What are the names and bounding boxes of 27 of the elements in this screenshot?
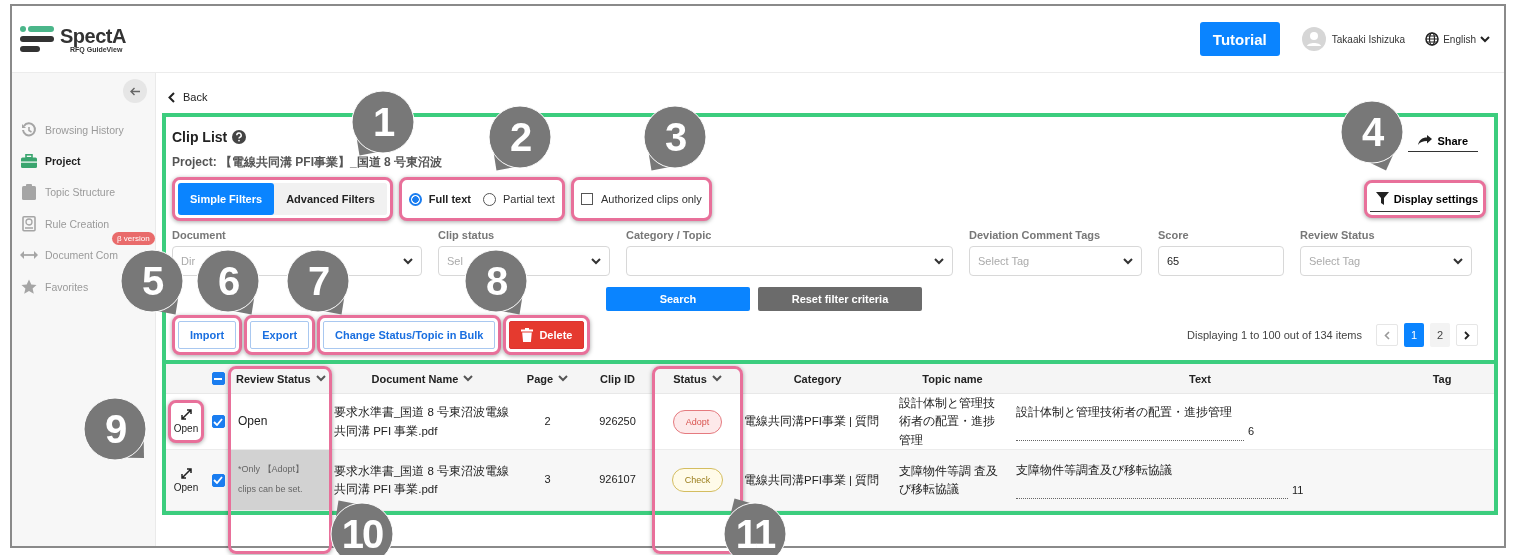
status-tag: Check — [671, 468, 724, 493]
clip-id-cell-text: 926107 — [599, 472, 636, 488]
filter-label: Category / Topic — [626, 229, 713, 241]
topic-name-cell-text: 設計体制と管理技術者の配置・進捗管理 — [899, 396, 996, 448]
status-tag: Adopt — [672, 409, 723, 434]
category-cell-text: 電線共同溝PFI事業 | 質問 — [744, 472, 880, 488]
beta-badge: β version — [112, 231, 155, 245]
review-status-cell: *Only 【Adopt】 clips can be set. — [230, 450, 330, 511]
text-cell-text: 支障物件等調査及び移転協議 — [1016, 463, 1172, 479]
category-cell-text: 電線共同溝PFI事業 | 質問 — [744, 414, 880, 430]
filter-label: Document — [172, 229, 227, 241]
logo-text: SpectA — [60, 25, 126, 46]
project-name: Project: 【電線共同溝 PFI事業】_国道 8 号東沼波 — [172, 154, 444, 171]
filter-label: Review Status — [1300, 229, 1376, 241]
page-cell-text: 2 — [544, 413, 551, 429]
pagination-summary: Displaying 1 to 100 out of 134 items — [1187, 329, 1362, 341]
page-number: 6 — [1248, 424, 1255, 439]
filter-label: Clip status — [438, 229, 496, 241]
review-status-cell-text: Open — [237, 413, 269, 430]
clip-id-cell-text: 926250 — [599, 413, 636, 429]
filter-label: Score — [1158, 229, 1190, 241]
page-number: 11 — [1292, 482, 1304, 498]
filter-label: Deviation Comment Tags — [969, 229, 1102, 241]
page-title: Clip List — [172, 129, 228, 145]
page-cell-text: 3 — [544, 472, 551, 488]
topic-name-cell-text: 支障物件等調 査及び移転協議 — [899, 463, 1000, 498]
text-cell-text: 設計体制と管理技術者の配置・進捗管理 — [1016, 404, 1232, 420]
